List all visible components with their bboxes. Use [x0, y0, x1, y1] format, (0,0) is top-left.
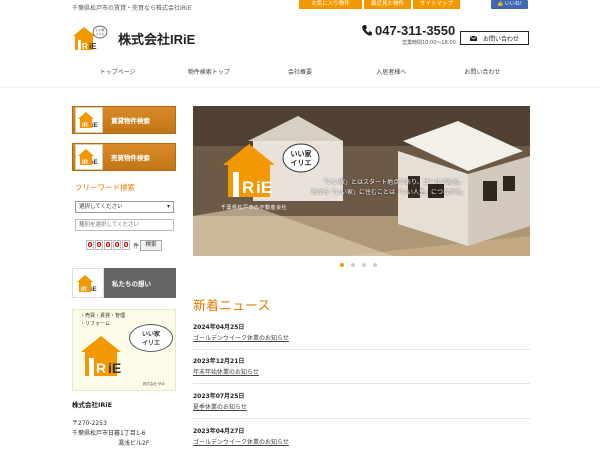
rent-search-banner[interactable]: IR iE 賃貸物件検索 — [72, 106, 176, 134]
our-thoughts-label: 私たちの想い — [104, 268, 176, 298]
logo-house-icon: R iE いい家 イリエ — [73, 25, 108, 51]
rent-search-label: 賃貸物件検索 — [111, 117, 150, 125]
svg-text:IR: IR — [82, 160, 89, 166]
phone-icon — [362, 25, 372, 36]
sale-search-banner[interactable]: IR iE 売買物件検索 — [72, 143, 176, 171]
free-word-title: フリーワード検索 — [75, 183, 135, 192]
news-item: 2023年07月25日 夏季休業のお知らせ — [193, 387, 530, 419]
result-counter: 0 0 0 0 0 件 — [86, 240, 140, 250]
svg-text:IR: IR — [82, 123, 89, 129]
service-ad[interactable]: ・売買・賃貸・管理 ・リフォーム いい家 イリエ R iE 株式会社 IRiE — [72, 309, 176, 391]
address-line-1: 千葉県松戸市日暮1丁目1-6 — [72, 430, 146, 437]
footer-company-name: 株式会社IRiE — [72, 401, 113, 409]
address-line-2: 湯浅ビル2F — [118, 440, 150, 447]
contact-button[interactable]: お問い合わせ — [460, 31, 529, 45]
site-tagline: 千葉県松戸市の賃貸・売買なら株式会社IRiE — [72, 5, 192, 12]
svg-text:R: R — [82, 42, 88, 51]
news-link[interactable]: 年末年始休業のお知らせ — [193, 367, 259, 376]
news-date: 2024年04月25日 — [193, 324, 245, 331]
banner-logo-icon: IR iE — [75, 107, 103, 133]
recently-viewed-link[interactable]: 最近見た物件 — [364, 0, 411, 9]
sale-search-label: 売買物件検索 — [111, 154, 150, 162]
svg-text:iE: iE — [89, 42, 97, 51]
service-list: ・売買・賃貸・管理 ・リフォーム — [80, 313, 126, 327]
slider-dot[interactable] — [362, 263, 366, 267]
counter-unit: 件 — [133, 242, 140, 250]
company-title: 株式会社IRiE — [118, 32, 196, 47]
main-nav: トップページ 物件検索トップ 会社概要 入居者様へ お問い合わせ — [72, 63, 528, 83]
mail-icon — [469, 35, 477, 41]
news-section-title: 新着ニュース — [193, 298, 271, 313]
chevron-down-icon: ▾ — [166, 203, 170, 210]
our-thoughts-banner[interactable]: IR iE 私たちの想い — [72, 268, 176, 298]
svg-text:iE: iE — [108, 360, 121, 376]
svg-text:IR: IR — [81, 287, 88, 293]
search-button[interactable]: 検索 — [140, 240, 162, 251]
contact-button-label: お問い合わせ — [482, 35, 519, 43]
slider-dot[interactable] — [340, 263, 344, 267]
svg-text:R: R — [242, 178, 254, 197]
news-link[interactable]: ゴールデンウイーク休業のお知らせ — [193, 437, 289, 446]
news-date: 2023年04月27日 — [193, 428, 245, 435]
svg-text:iE: iE — [91, 287, 97, 293]
svg-text:iE: iE — [92, 123, 98, 129]
news-link[interactable]: 夏季休業のお知らせ — [193, 402, 247, 411]
zip-code: 〒270-2253 — [72, 420, 107, 427]
type-select[interactable]: 種別を選択してください — [75, 219, 174, 231]
svg-text:iE: iE — [256, 178, 272, 197]
facebook-like-button[interactable]: 👍 いいね! — [491, 0, 528, 9]
nav-item-property-search[interactable]: 物件検索トップ — [163, 63, 254, 83]
nav-item-residents[interactable]: 入居者様へ — [346, 63, 437, 83]
news-item: 2023年12月21日 年末年始休業のお知らせ — [193, 352, 530, 384]
hero-message: 「いい家」とはスタート地点であり、ゴールである。 だから「いい家」に住むことは「… — [311, 179, 468, 196]
phone-block: 047-311-3550 — [362, 23, 455, 38]
news-item: 2024年04月25日 ゴールデンウイーク休業のお知らせ — [193, 318, 530, 350]
business-hours: 営業時間10:00～18:00 — [402, 40, 456, 46]
svg-text:iE: iE — [92, 160, 98, 166]
company-logo[interactable]: R iE いい家 イリエ — [72, 24, 108, 52]
news-item: 2023年04月27日 ゴールデンウイーク休業のお知らせ — [193, 422, 530, 450]
nav-item-contact[interactable]: お問い合わせ — [437, 63, 528, 83]
hero-slider[interactable]: R iE いい家 イリエ 千葉県松戸市の不動産会社 「いい家」とはスタート地点で… — [193, 106, 530, 256]
slider-pagination — [340, 263, 377, 267]
category-select[interactable]: 選択してください ▾ — [75, 201, 174, 213]
news-link[interactable]: ゴールデンウイーク休業のお知らせ — [193, 333, 289, 342]
favorites-link[interactable]: お気に入り物件 — [299, 0, 362, 9]
nav-item-company[interactable]: 会社概要 — [254, 63, 345, 83]
news-date: 2023年07月25日 — [193, 393, 245, 400]
svg-text:いい家: いい家 — [291, 149, 313, 158]
top-links: お気に入り物件 最近見た物件 サイトマップ — [299, 0, 460, 9]
phone-number[interactable]: 047-311-3550 — [375, 23, 455, 38]
hero-caption: 千葉県松戸市の不動産会社 — [221, 205, 288, 211]
svg-text:イリエ: イリエ — [95, 32, 104, 36]
news-date: 2023年12月21日 — [193, 358, 245, 365]
sitemap-link[interactable]: サイトマップ — [413, 0, 460, 9]
banner-logo-icon: IR iE — [75, 144, 103, 170]
ad-company-caption: 株式会社 IRiE — [143, 382, 165, 386]
svg-text:R: R — [96, 360, 106, 376]
slider-dot[interactable] — [351, 263, 355, 267]
nav-divider — [0, 87, 600, 88]
nav-item-top[interactable]: トップページ — [72, 63, 163, 83]
svg-text:イリエ: イリエ — [291, 159, 312, 167]
banner-logo-icon: IR iE — [72, 268, 104, 298]
slider-dot[interactable] — [373, 263, 377, 267]
hero-logo: R iE いい家 イリエ — [223, 140, 323, 206]
ad-logo-icon: R iE — [81, 336, 121, 376]
